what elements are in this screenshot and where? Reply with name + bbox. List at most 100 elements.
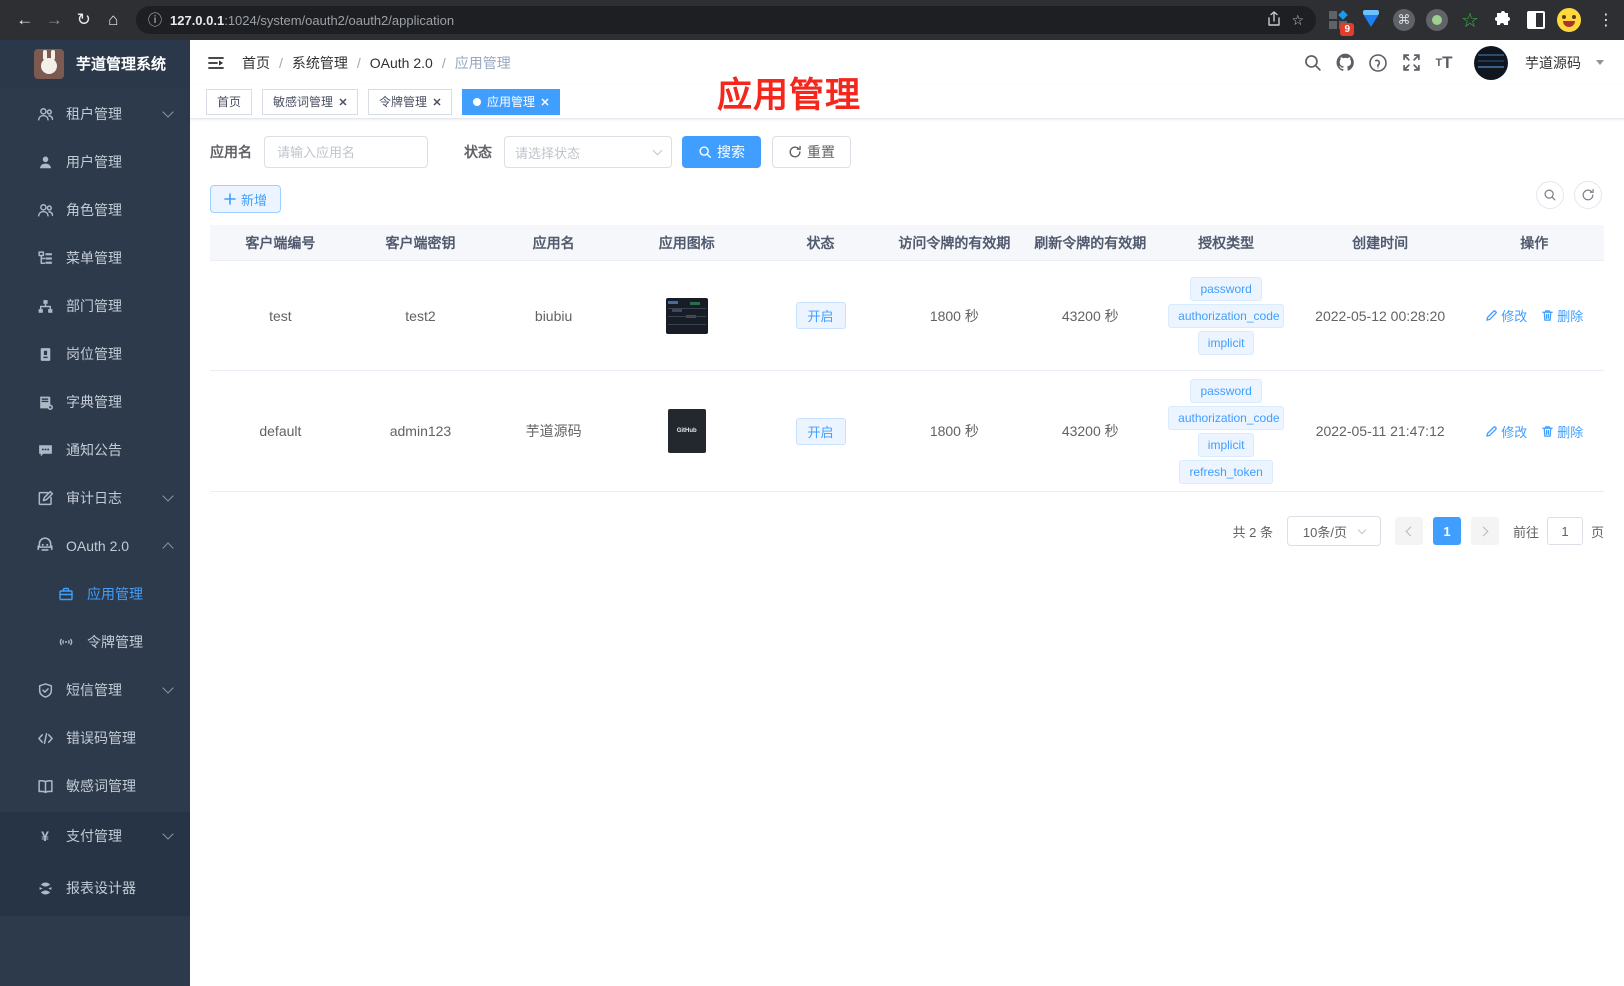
sidebar-item-post[interactable]: 岗位管理: [0, 330, 190, 378]
font-size-icon[interactable]: TT: [1433, 52, 1455, 74]
cell-app-icon: GitHub: [617, 409, 756, 453]
sidebar-item-audit-log[interactable]: 审计日志: [0, 474, 190, 522]
add-button[interactable]: 新增: [210, 185, 282, 213]
app-name-input[interactable]: [264, 136, 428, 168]
dictionary-icon: [36, 393, 54, 411]
star-extension-icon[interactable]: ☆: [1458, 8, 1482, 32]
search-icon[interactable]: [1301, 52, 1323, 74]
sidebar-item-dept[interactable]: 部门管理: [0, 282, 190, 330]
app-icon-image: GitHub: [667, 409, 706, 453]
sidebar-item-oauth[interactable]: OAuth 2.0: [0, 522, 190, 570]
sidebar-collapse-icon[interactable]: [206, 53, 226, 73]
sidebar-item-label: 支付管理: [66, 828, 122, 844]
delete-link[interactable]: 删除: [1541, 422, 1583, 441]
table-refresh-icon[interactable]: [1574, 181, 1602, 209]
delete-link[interactable]: 删除: [1541, 306, 1583, 325]
page-unit-label: 页: [1590, 524, 1604, 540]
recorder-extension-icon[interactable]: [1425, 8, 1449, 32]
sidebar-item-dict[interactable]: 字典管理: [0, 378, 190, 426]
app-logo[interactable]: 芋道管理系统: [0, 40, 190, 87]
share-icon[interactable]: [1267, 10, 1281, 30]
grant-type-tag: password: [1190, 276, 1262, 301]
cell-actions: 修改 删除: [1465, 422, 1604, 441]
app-icon-image: [665, 297, 708, 334]
signal-token-icon: [57, 633, 75, 651]
col-status: 状态: [806, 234, 835, 251]
grid-extension-icon[interactable]: 9: [1326, 8, 1354, 36]
fullscreen-icon[interactable]: [1400, 52, 1422, 74]
url-text: 127.0.0.1:1024/system/oauth2/oauth2/appl…: [170, 12, 455, 28]
breadcrumb-system[interactable]: 系统管理: [292, 53, 348, 73]
sidebar-item-sensitive-word[interactable]: 敏感词管理: [0, 762, 190, 810]
sidebar-item-label: 通知公告: [66, 442, 122, 458]
tab-sensitive-word[interactable]: 敏感词管理: [262, 88, 359, 115]
puzzle-extensions-icon[interactable]: [1491, 8, 1515, 32]
extensions-area: 9 ⌘ ☆ ⋮: [1326, 8, 1614, 36]
grant-type-tag: password: [1190, 378, 1262, 403]
sidebar-item-oauth-application[interactable]: 应用管理: [0, 570, 190, 618]
cell-app-name: biubiu: [534, 307, 573, 324]
col-grant-types: 授权类型: [1198, 234, 1255, 251]
help-icon[interactable]: [1367, 52, 1389, 74]
sidebar-item-menu[interactable]: 菜单管理: [0, 234, 190, 282]
tab-close-icon[interactable]: [433, 95, 441, 109]
status-select[interactable]: 请选择状态: [504, 136, 672, 168]
tab-close-icon[interactable]: [541, 95, 549, 109]
command-extension-icon[interactable]: ⌘: [1392, 8, 1416, 32]
address-bar[interactable]: ⓘ 127.0.0.1:1024/system/oauth2/oauth2/ap…: [136, 6, 1316, 34]
col-app-name: 应用名: [532, 234, 575, 251]
page-number-current[interactable]: 1: [1432, 517, 1461, 545]
tab-label: 敏感词管理: [273, 95, 334, 109]
prev-page-button[interactable]: [1394, 517, 1423, 545]
sidebar-item-user[interactable]: 用户管理: [0, 138, 190, 186]
cell-created-at: 2022-05-12 00:28:20: [1315, 307, 1446, 324]
page-size-select[interactable]: 10条/页: [1286, 516, 1381, 546]
profile-avatar-icon[interactable]: [1557, 8, 1581, 32]
bookmark-star-icon[interactable]: ☆: [1291, 12, 1304, 29]
github-icon[interactable]: [1334, 52, 1356, 74]
forward-icon[interactable]: →: [40, 4, 70, 36]
back-icon[interactable]: ←: [10, 4, 40, 36]
tab-token[interactable]: 令牌管理: [368, 88, 453, 115]
sidebar-item-sms[interactable]: 短信管理: [0, 666, 190, 714]
message-icon: [36, 441, 54, 459]
username[interactable]: 芋道源码: [1525, 53, 1581, 73]
breadcrumb-oauth[interactable]: OAuth 2.0: [370, 55, 433, 71]
site-info-icon[interactable]: ⓘ: [148, 10, 162, 30]
search-button[interactable]: 搜索: [682, 136, 761, 168]
sidebar-item-notice[interactable]: 通知公告: [0, 426, 190, 474]
reset-button[interactable]: 重置: [772, 136, 851, 168]
sidebar-item-report[interactable]: 报表设计器: [0, 860, 190, 916]
table-search-toggle-icon[interactable]: [1536, 181, 1564, 209]
cell-app-icon: [617, 297, 756, 334]
edit-link[interactable]: 修改: [1485, 306, 1527, 325]
filter-form: 应用名 状态 请选择状态 搜索 重置: [210, 136, 1604, 168]
chevron-up-icon: [162, 542, 174, 554]
page-content: 应用名 状态 请选择状态 搜索 重置: [190, 119, 1624, 986]
tab-home[interactable]: 首页: [206, 88, 253, 115]
user-avatar[interactable]: [1474, 45, 1508, 80]
cell-client-id: test: [269, 307, 292, 324]
sidebar-item-pay[interactable]: ¥ 支付管理: [0, 812, 190, 860]
home-icon[interactable]: ⌂: [99, 4, 129, 36]
browser-menu-icon[interactable]: ⋮: [1598, 10, 1614, 30]
gem-extension-icon[interactable]: [1359, 8, 1383, 32]
sidebar-item-errcode[interactable]: 错误码管理: [0, 714, 190, 762]
sidebar-item-tenant[interactable]: 租户管理: [0, 90, 190, 138]
tab-close-icon[interactable]: [339, 95, 347, 109]
user-menu-caret-icon[interactable]: [1596, 60, 1604, 65]
reload-icon[interactable]: ↻: [69, 4, 99, 36]
breadcrumb-home[interactable]: 首页: [242, 53, 270, 73]
next-page-button[interactable]: [1470, 517, 1499, 545]
cell-grant-types: password authorization_code implicit: [1156, 276, 1295, 355]
edit-link[interactable]: 修改: [1485, 422, 1527, 441]
sidebar-item-oauth-token[interactable]: 令牌管理: [0, 618, 190, 666]
tab-application[interactable]: 应用管理: [462, 88, 561, 115]
sidebar-item-role[interactable]: 角色管理: [0, 186, 190, 234]
cell-created-at: 2022-05-11 21:47:12: [1315, 423, 1445, 439]
goto-page-input[interactable]: [1546, 517, 1583, 545]
breadcrumb-separator: /: [279, 54, 283, 71]
split-screen-icon[interactable]: [1524, 8, 1548, 32]
table-header-row: 客户端编号 客户端密钥 应用名 应用图标 状态 访问令牌的有效期 刷新令牌的有效…: [210, 225, 1604, 261]
open-book-icon: [36, 777, 54, 795]
